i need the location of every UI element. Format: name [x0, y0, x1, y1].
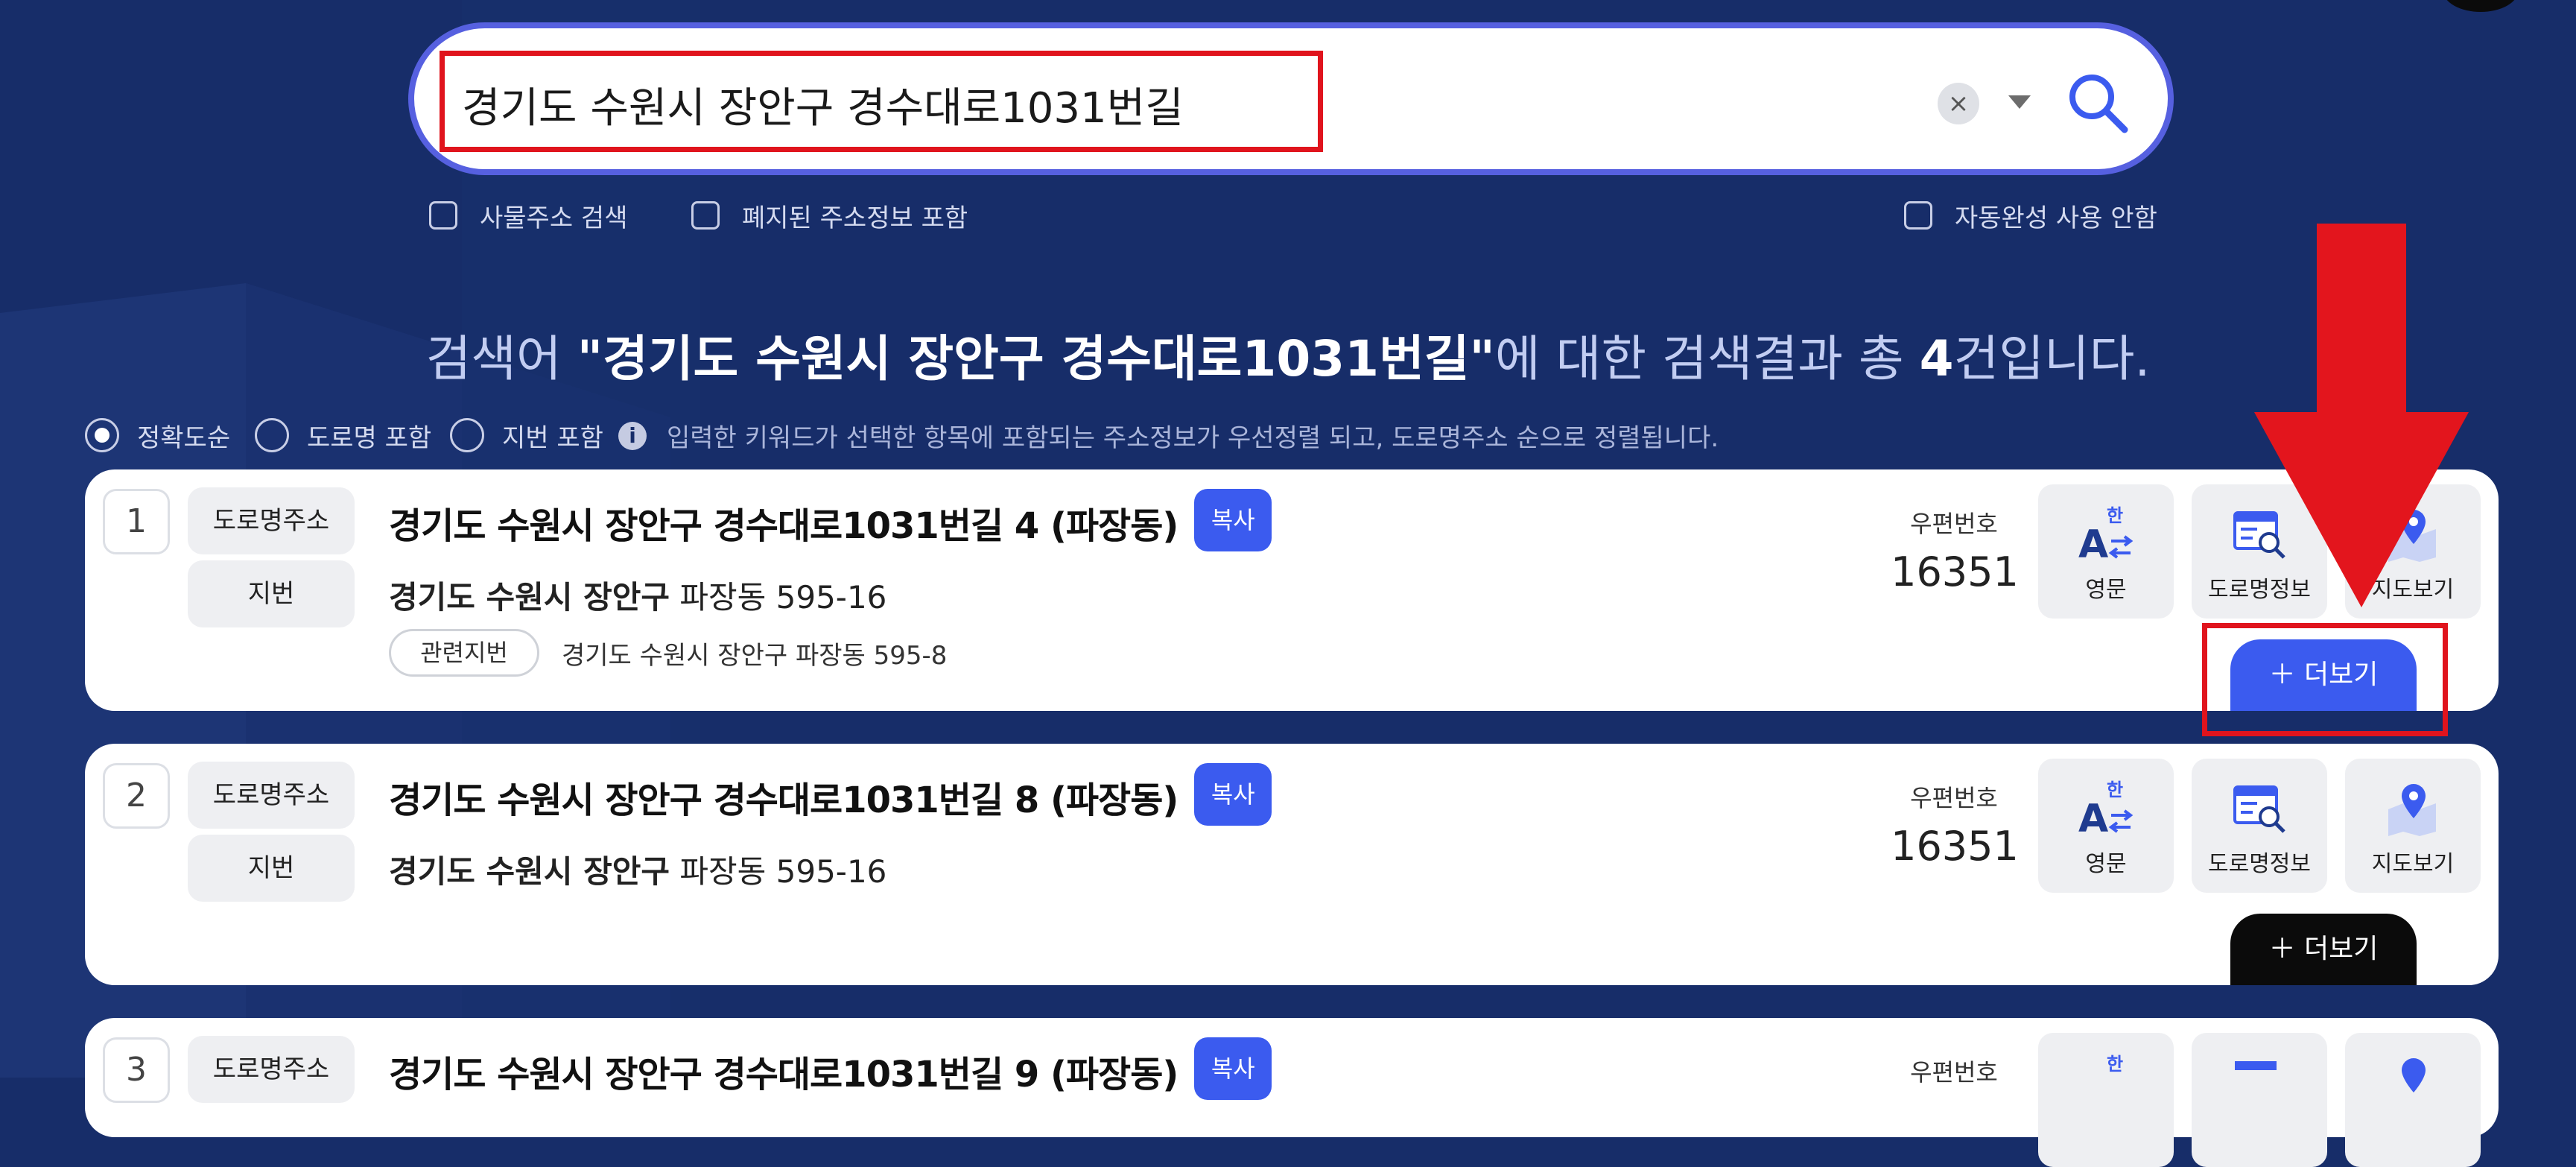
option-label: 자동완성 사용 안함 — [1955, 203, 2157, 233]
result-index: 1 — [103, 489, 170, 554]
copy-button[interactable]: 복사 — [1194, 489, 1272, 551]
clear-icon[interactable]: × — [1938, 83, 1979, 124]
copy-button[interactable]: 복사 — [1194, 1037, 1272, 1100]
svg-text:A: A — [2078, 522, 2108, 565]
english-translate-icon: 한 — [2107, 1054, 2123, 1075]
highlight-box-more — [2202, 623, 2448, 736]
english-address-button[interactable]: 한 A 영문 — [2038, 484, 2174, 619]
lot-address: 경기도 수원시 장안구 파장동 595-16 — [389, 579, 887, 616]
map-view-button[interactable] — [2345, 1033, 2481, 1167]
dropdown-caret-icon[interactable] — [2008, 95, 2031, 109]
result-card: 2 도로명주소 지번 경기도 수원시 장안구 경수대로1031번길 8 (파장동… — [85, 744, 2499, 985]
option-building-search[interactable]: 사물주소 검색 — [429, 198, 628, 233]
road-address: 경기도 수원시 장안구 경수대로1031번길 9 (파장동) — [389, 1054, 1178, 1095]
sort-road-included[interactable]: 도로명 포함 — [255, 415, 431, 455]
english-address-button[interactable]: 한 A 영문 — [2038, 759, 2174, 893]
red-arrow-annotation — [2254, 224, 2469, 607]
road-info-button[interactable]: 도로명정보 — [2192, 759, 2327, 893]
english-translate-icon: 한 A — [2078, 779, 2134, 839]
search-icon[interactable] — [2065, 70, 2132, 137]
road-info-icon — [2233, 785, 2285, 833]
summary-query: "경기도 수원시 장안구 경수대로1031번길" — [577, 330, 1495, 388]
info-icon: i — [618, 422, 647, 450]
summary-count: 4 — [1919, 330, 1954, 388]
zipcode-label: 우편번호 — [1910, 784, 1998, 812]
zipcode-value: 16351 — [1891, 823, 2019, 870]
lot-address: 경기도 수원시 장안구 파장동 595-16 — [389, 853, 887, 890]
svg-text:한: 한 — [2107, 779, 2123, 800]
english-translate-icon: 한 A — [2078, 505, 2134, 565]
svg-text:한: 한 — [2107, 505, 2123, 526]
sort-lot-included[interactable]: 지번 포함 — [450, 415, 603, 455]
more-button[interactable]: ＋ 더보기 — [2230, 914, 2417, 985]
road-address-tag: 도로명주소 — [188, 487, 355, 554]
road-info-icon — [2235, 1061, 2277, 1070]
option-label: 폐지된 주소정보 포함 — [742, 203, 968, 233]
lot-tag: 지번 — [188, 835, 355, 902]
road-address: 경기도 수원시 장안구 경수대로1031번길 8 (파장동) — [389, 779, 1178, 821]
tool-label: 지도보기 — [2371, 851, 2455, 877]
map-pin-icon — [2402, 1058, 2426, 1092]
zipcode-value: 16351 — [1891, 548, 2019, 595]
option-include-abolished[interactable]: 폐지된 주소정보 포함 — [691, 198, 968, 233]
road-info-button[interactable] — [2192, 1033, 2327, 1167]
radio[interactable] — [255, 418, 289, 452]
tool-label: 도로명정보 — [2208, 851, 2311, 877]
lot-tag: 지번 — [188, 560, 355, 627]
sort-accuracy[interactable]: 정확도순 — [85, 415, 230, 455]
highlight-box-search — [440, 51, 1323, 152]
result-index: 2 — [103, 763, 170, 829]
checkbox[interactable] — [691, 201, 720, 230]
result-summary: 검색어 "경기도 수원시 장안구 경수대로1031번길"에 대한 검색결과 총 … — [425, 330, 2151, 388]
map-pin-icon — [2388, 784, 2436, 836]
svg-text:한: 한 — [2107, 1054, 2123, 1075]
tool-label: 영문 — [2085, 851, 2127, 877]
copy-button[interactable]: 복사 — [1194, 763, 1272, 826]
result-index: 3 — [103, 1037, 170, 1103]
road-address-tag: 도로명주소 — [188, 762, 355, 829]
map-view-button[interactable]: 지도보기 — [2345, 759, 2481, 893]
zipcode-label: 우편번호 — [1910, 1058, 1998, 1087]
zipcode-label: 우편번호 — [1910, 510, 1998, 538]
result-card: 1 도로명주소 지번 경기도 수원시 장안구 경수대로1031번길 4 (파장동… — [85, 469, 2499, 711]
svg-text:A: A — [2078, 797, 2108, 839]
result-card: 3 도로명주소 경기도 수원시 장안구 경수대로1031번길 9 (파장동) 복… — [85, 1018, 2499, 1167]
option-disable-autocomplete[interactable]: 자동완성 사용 안함 — [1904, 198, 2157, 233]
radio-selected[interactable] — [85, 418, 119, 452]
road-address-tag: 도로명주소 — [188, 1036, 355, 1103]
checkbox[interactable] — [429, 201, 457, 230]
radio[interactable] — [450, 418, 484, 452]
sort-note: 입력한 키워드가 선택한 항목에 포함되는 주소정보가 우선정렬 되고, 도로명… — [667, 423, 1719, 453]
related-lot-address: 경기도 수원시 장안구 파장동 595-8 — [562, 641, 948, 671]
checkbox[interactable] — [1904, 201, 1932, 230]
related-lot-pill: 관련지번 — [389, 629, 539, 677]
option-label: 사물주소 검색 — [480, 203, 628, 233]
tool-label: 영문 — [2085, 577, 2127, 603]
english-address-button[interactable]: 한 — [2038, 1033, 2174, 1167]
road-address: 경기도 수원시 장안구 경수대로1031번길 4 (파장동) — [389, 505, 1178, 547]
